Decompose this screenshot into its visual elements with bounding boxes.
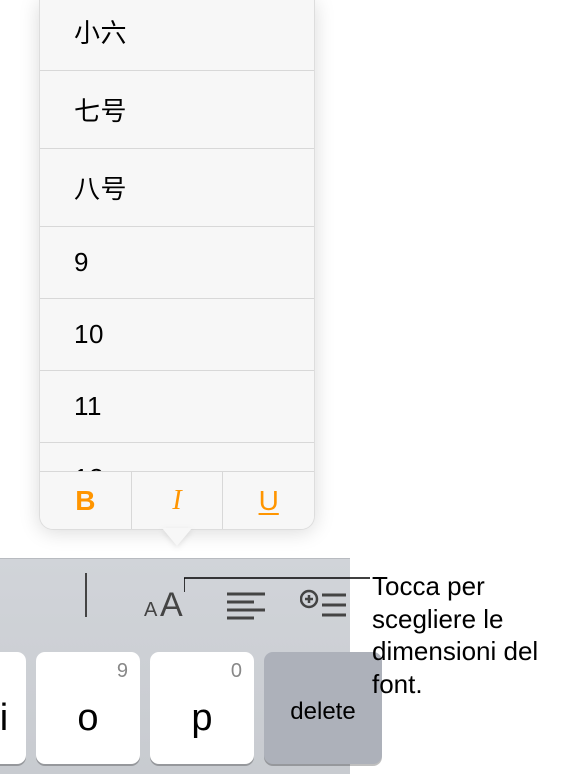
list-item[interactable]: 10: [40, 299, 314, 371]
underline-button[interactable]: U: [223, 472, 314, 529]
list-item[interactable]: 八号: [40, 149, 314, 227]
key-main-label: i: [0, 697, 8, 740]
key-p[interactable]: 0 p: [150, 652, 254, 764]
popover-tail: [162, 528, 192, 546]
list-item[interactable]: 11: [40, 371, 314, 443]
svg-text:A: A: [144, 599, 158, 621]
key-hint-label: 0: [231, 660, 242, 683]
key-delete[interactable]: delete: [264, 652, 382, 764]
key-o[interactable]: 9 o: [36, 652, 140, 764]
italic-button[interactable]: I: [132, 472, 224, 529]
list-item[interactable]: 七号: [40, 71, 314, 149]
callout-text: Tocca per scegliere le dimensioni del fo…: [372, 570, 572, 700]
font-size-list: 小六 七号 八号 9 10 11 12: [40, 0, 314, 471]
key-main-label: p: [191, 697, 212, 740]
text-cursor: [85, 573, 87, 617]
keyboard-row: i 9 o 0 p delete: [0, 649, 382, 764]
list-item[interactable]: 9: [40, 227, 314, 299]
key-hint-label: 9: [117, 660, 128, 683]
callout-line: [184, 574, 374, 594]
list-item[interactable]: 小六: [40, 5, 314, 71]
key-delete-label: delete: [290, 698, 355, 726]
key-main-label: o: [77, 697, 98, 740]
list-item[interactable]: 12: [40, 443, 314, 471]
key-i[interactable]: i: [0, 652, 26, 764]
bold-button[interactable]: B: [40, 472, 132, 529]
svg-text:A: A: [160, 586, 183, 624]
toolbar-icons: A A: [0, 559, 350, 645]
callout: Tocca per scegliere le dimensioni del fo…: [372, 570, 572, 700]
style-buttons-row: B I U: [40, 471, 314, 529]
font-size-popover: 小六 七号 八号 9 10 11 12 B I U: [39, 0, 315, 530]
